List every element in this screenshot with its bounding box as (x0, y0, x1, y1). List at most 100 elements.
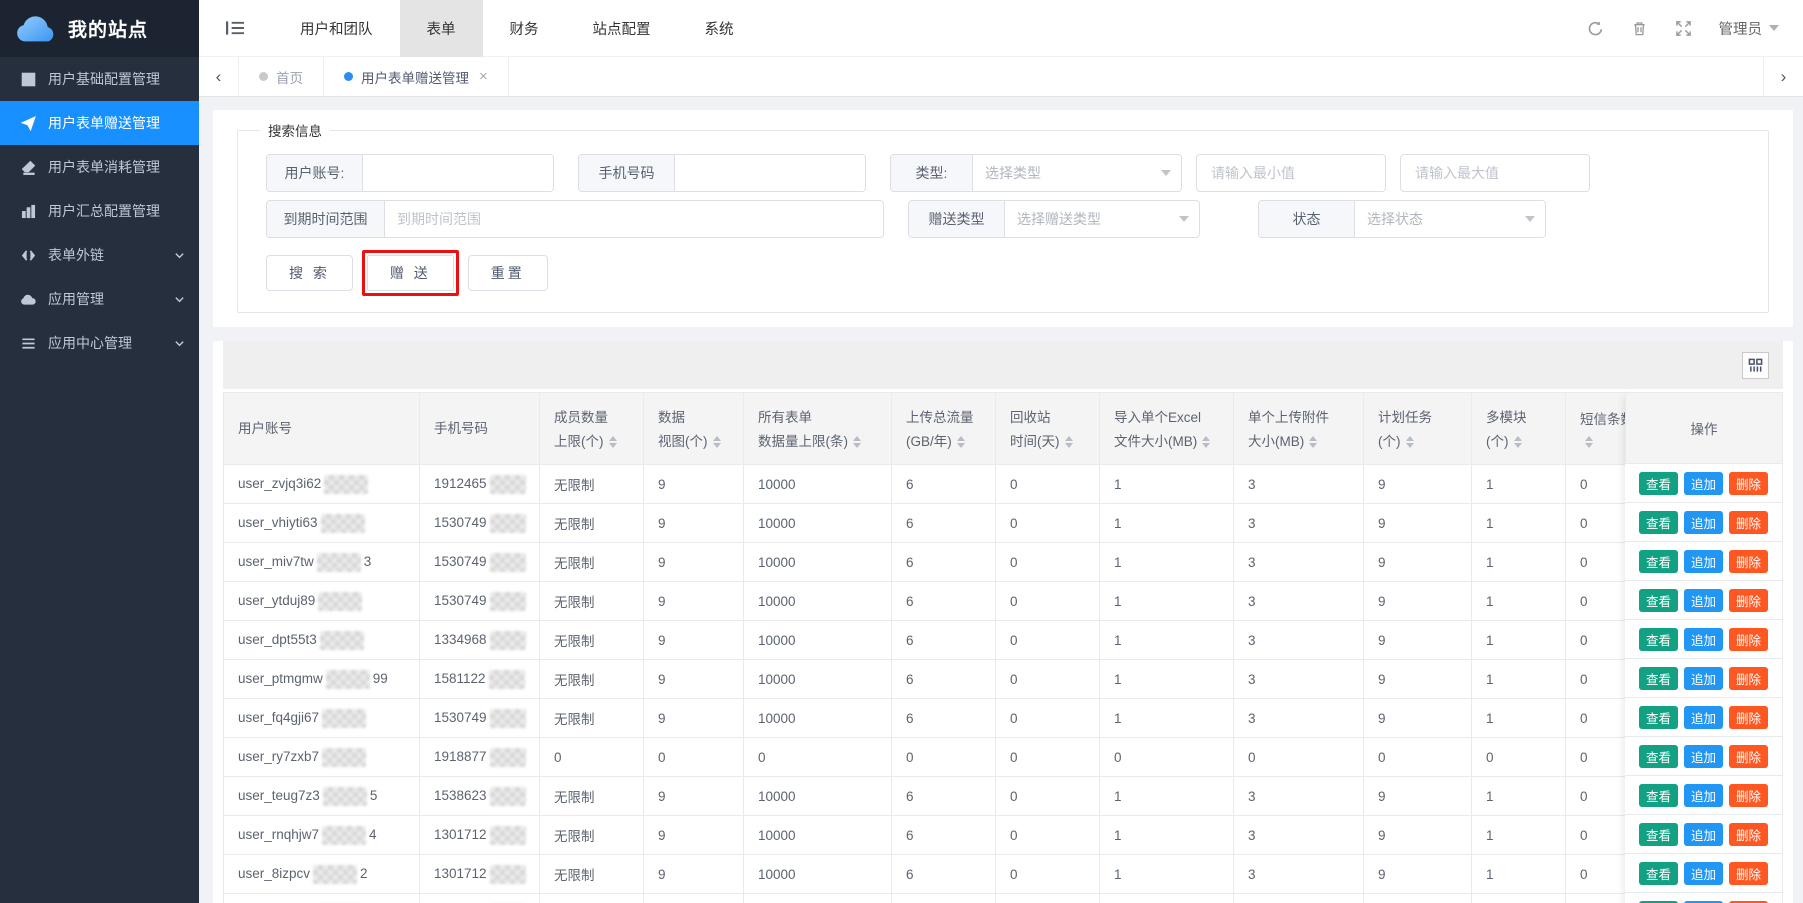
view-button[interactable]: 查看 (1639, 589, 1678, 612)
fullscreen-icon[interactable] (1675, 20, 1692, 37)
delete-button[interactable]: 删除 (1729, 823, 1768, 846)
cell-value: 6 (892, 660, 996, 699)
table-row: user_fq4gji671530749无限制9100006013910 (224, 699, 1776, 738)
cell-value: 9 (644, 816, 744, 855)
sort-icon[interactable] (1202, 436, 1210, 448)
sort-icon[interactable] (1585, 436, 1593, 448)
search-button[interactable]: 搜 索 (266, 255, 353, 291)
sort-icon[interactable] (713, 436, 721, 448)
delete-button[interactable]: 删除 (1729, 706, 1768, 729)
view-button[interactable]: 查看 (1639, 823, 1678, 846)
view-button[interactable]: 查看 (1639, 511, 1678, 534)
collapse-sidebar-icon[interactable] (226, 20, 245, 36)
type-select[interactable]: 选择类型 (973, 155, 1181, 191)
sidebar-item-link[interactable]: 用户基础配置管理 (0, 57, 199, 101)
delete-button[interactable]: 删除 (1729, 862, 1768, 885)
view-button[interactable]: 查看 (1639, 472, 1678, 495)
close-icon[interactable]: × (479, 68, 488, 85)
account-input[interactable] (363, 155, 553, 191)
trash-icon[interactable] (1631, 20, 1648, 37)
delete-button[interactable]: 删除 (1729, 784, 1768, 807)
sort-icon[interactable] (1065, 436, 1073, 448)
sort-icon[interactable] (1406, 436, 1414, 448)
view-button[interactable]: 查看 (1639, 706, 1678, 729)
sidebar-item-link[interactable]: 用户表单消耗管理 (0, 145, 199, 189)
topnav-item[interactable]: 财务 (483, 0, 566, 57)
sidebar-item-link[interactable]: 应用中心管理 (0, 321, 199, 365)
cell-value: 3 (1234, 816, 1364, 855)
append-button[interactable]: 追加 (1684, 706, 1723, 729)
delete-button[interactable]: 删除 (1729, 628, 1768, 651)
column-header[interactable]: 数据视图(个) (644, 393, 744, 465)
app-logo[interactable]: 我的站点 (0, 0, 199, 57)
reset-button[interactable]: 重置 (468, 255, 548, 291)
column-header[interactable]: 回收站时间(天) (996, 393, 1100, 465)
append-button[interactable]: 追加 (1684, 589, 1723, 612)
cell-account: user_zv2nby3 (224, 894, 420, 903)
append-button[interactable]: 追加 (1684, 472, 1723, 495)
tabs-scroll-right-icon[interactable]: › (1763, 57, 1803, 96)
column-header[interactable]: 上传总流量(GB/年) (892, 393, 996, 465)
gift-type-select[interactable]: 选择赠送类型 (1005, 201, 1199, 237)
search-panel-title: 搜索信息 (260, 120, 330, 140)
view-button[interactable]: 查看 (1639, 550, 1678, 573)
append-button[interactable]: 追加 (1684, 550, 1723, 573)
append-button[interactable]: 追加 (1684, 628, 1723, 651)
sidebar-item-link[interactable]: 用户汇总配置管理 (0, 189, 199, 233)
row-actions: 查看追加删除 (1625, 854, 1783, 893)
view-button[interactable]: 查看 (1639, 628, 1678, 651)
append-button[interactable]: 追加 (1684, 823, 1723, 846)
delete-button[interactable]: 删除 (1729, 550, 1768, 573)
tab-home[interactable]: 首页 (239, 57, 324, 96)
table-scroll-area[interactable]: 用户账号手机号码成员数量上限(个)数据视图(个)所有表单数据量上限(条)上传总流… (223, 392, 1783, 903)
status-select[interactable]: 选择状态 (1355, 201, 1545, 237)
redacted-blur (320, 631, 364, 650)
topnav-item[interactable]: 系统 (678, 0, 761, 57)
append-button[interactable]: 追加 (1684, 667, 1723, 690)
append-button[interactable]: 追加 (1684, 862, 1723, 885)
expire-range-input[interactable] (385, 201, 883, 237)
max-value-input[interactable] (1400, 154, 1590, 192)
delete-button[interactable]: 删除 (1729, 667, 1768, 690)
topnav-item[interactable]: 用户和团队 (273, 0, 400, 57)
column-header[interactable]: 所有表单数据量上限(条) (744, 393, 892, 465)
min-value-input[interactable] (1196, 154, 1386, 192)
view-button[interactable]: 查看 (1639, 862, 1678, 885)
column-header[interactable]: 单个上传附件大小(MB) (1234, 393, 1364, 465)
append-button[interactable]: 追加 (1684, 511, 1723, 534)
view-button[interactable]: 查看 (1639, 784, 1678, 807)
column-header[interactable]: 成员数量上限(个) (540, 393, 644, 465)
delete-button[interactable]: 删除 (1729, 472, 1768, 495)
column-header[interactable]: 计划任务(个) (1364, 393, 1472, 465)
sort-icon[interactable] (609, 436, 617, 448)
sort-icon[interactable] (853, 436, 861, 448)
delete-button[interactable]: 删除 (1729, 511, 1768, 534)
view-button[interactable]: 查看 (1639, 667, 1678, 690)
column-settings-button[interactable] (1742, 352, 1769, 379)
cell-value: 10000 (744, 582, 892, 621)
phone-input[interactable] (675, 155, 865, 191)
cell-value: 1 (1100, 504, 1234, 543)
cell-value: 10000 (744, 699, 892, 738)
sidebar-item-link[interactable]: 表单外链 (0, 233, 199, 277)
sidebar-item-active[interactable]: 用户表单赠送管理 (0, 101, 199, 145)
tabs-scroll-left-icon[interactable]: ‹ (199, 57, 239, 96)
append-button[interactable]: 追加 (1684, 745, 1723, 768)
delete-button[interactable]: 删除 (1729, 589, 1768, 612)
user-menu[interactable]: 管理员 (1719, 18, 1780, 39)
column-header[interactable]: 导入单个Excel文件大小(MB) (1100, 393, 1234, 465)
gift-button[interactable]: 赠 送 (367, 255, 454, 291)
sort-icon[interactable] (1309, 436, 1317, 448)
topnav-item[interactable]: 站点配置 (566, 0, 678, 57)
view-button[interactable]: 查看 (1639, 745, 1678, 768)
refresh-icon[interactable] (1587, 20, 1604, 37)
sort-icon[interactable] (1514, 436, 1522, 448)
sidebar-item-link[interactable]: 应用管理 (0, 277, 199, 321)
column-header[interactable]: 多模块(个) (1472, 393, 1566, 465)
sort-icon[interactable] (957, 436, 965, 448)
delete-button[interactable]: 删除 (1729, 745, 1768, 768)
append-button[interactable]: 追加 (1684, 784, 1723, 807)
tab-user-form-gift[interactable]: 用户表单赠送管理 × (324, 57, 509, 96)
cell-value: 9 (1364, 894, 1472, 903)
topnav-item[interactable]: 表单 (400, 0, 483, 57)
